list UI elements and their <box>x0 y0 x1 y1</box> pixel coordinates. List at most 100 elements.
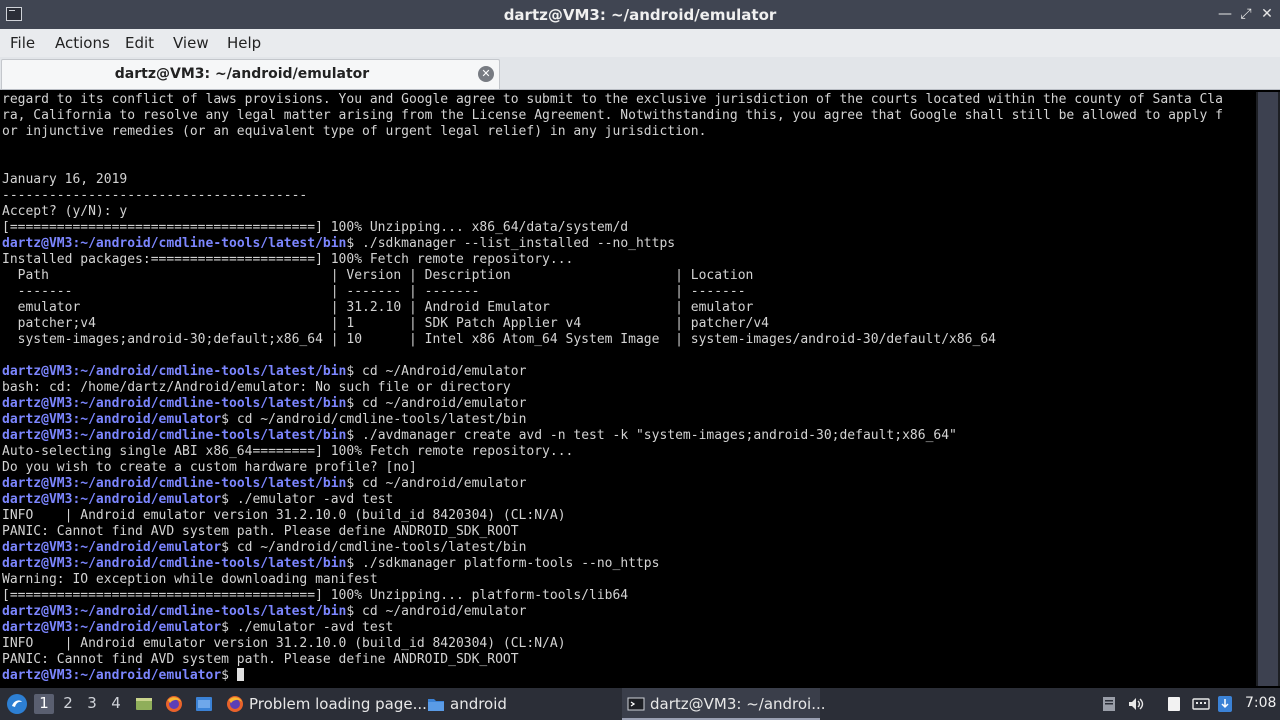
terminal-line: [=======================================… <box>2 588 1223 604</box>
firefox-launcher-icon[interactable] <box>164 694 184 714</box>
terminal-line: INFO | Android emulator version 31.2.10.… <box>2 636 1223 652</box>
terminal-line: Auto-selecting single ABI x86_64========… <box>2 444 1223 460</box>
terminal-scrollbar[interactable] <box>1256 92 1280 686</box>
terminal-line: PANIC: Cannot find AVD system path. Plea… <box>2 524 1223 540</box>
prompt-path: ~/android/cmdline-tools/latest/bin <box>80 428 347 443</box>
terminal-line: Accept? (y/N): y <box>2 204 1223 220</box>
line-text: $ cd ~/android/cmdline-tools/latest/bin <box>221 540 527 555</box>
terminal-line: dartz@VM3:~/android/emulator$ ./emulator… <box>2 492 1223 508</box>
prompt-path: ~/android/emulator <box>80 668 222 683</box>
terminal-line: dartz@VM3:~/android/emulator$ <box>2 668 1223 684</box>
prompt-path: ~/android/cmdline-tools/latest/bin <box>80 396 347 411</box>
close-icon[interactable]: ✕ <box>1258 5 1276 23</box>
task-terminal[interactable]: dartz@VM3: ~/androi... <box>622 688 826 720</box>
line-text: $ cd ~/android/emulator <box>346 396 527 411</box>
terminal-icon <box>627 697 645 711</box>
terminal-line: January 16, 2019 <box>2 172 1223 188</box>
terminal-line: [=======================================… <box>2 220 1223 236</box>
prompt-path: ~/android/emulator <box>80 540 222 555</box>
tab-close-icon[interactable]: ✕ <box>478 66 494 82</box>
terminal-output[interactable]: regard to its conflict of laws provision… <box>0 92 1256 686</box>
menu-bar: File Actions Edit View Help <box>0 29 1280 57</box>
terminal-line: --------------------------------------- <box>2 188 1223 204</box>
line-text: patcher;v4 | 1 | SDK Patch Applier v4 | … <box>2 316 770 331</box>
line-text: $ cd ~/android/cmdline-tools/latest/bin <box>221 412 527 427</box>
line-text: $ ./avdmanager create avd -n test -k "sy… <box>346 428 957 443</box>
menu-help[interactable]: Help <box>227 34 261 52</box>
terminal-line: dartz@VM3:~/android/emulator$ ./emulator… <box>2 620 1223 636</box>
terminal-line: patcher;v4 | 1 | SDK Patch Applier v4 | … <box>2 316 1223 332</box>
maximize-icon[interactable]: ⤢ <box>1237 5 1255 23</box>
menu-actions[interactable]: Actions <box>55 34 110 52</box>
prompt-user: dartz@VM3 <box>2 428 73 443</box>
prompt-path: ~/android/cmdline-tools/latest/bin <box>80 604 347 619</box>
terminal-tab[interactable]: dartz@VM3: ~/android/emulator ✕ <box>1 59 500 89</box>
text-cursor <box>236 668 244 681</box>
volume-icon[interactable] <box>1127 695 1145 713</box>
terminal-line: dartz@VM3:~/android/emulator$ cd ~/andro… <box>2 540 1223 556</box>
prompt-user: dartz@VM3 <box>2 492 73 507</box>
tab-label: dartz@VM3: ~/android/emulator <box>114 66 370 82</box>
start-menu-icon[interactable] <box>6 693 28 715</box>
terminal-line: dartz@VM3:~/android/cmdline-tools/latest… <box>2 556 1223 572</box>
window-titlebar: dartz@VM3: ~/android/emulator — ⤢ ✕ <box>0 0 1280 29</box>
clock[interactable]: 7:08 <box>1245 695 1276 711</box>
task-firefox[interactable]: Problem loading page... <box>222 688 427 720</box>
line-text: [=======================================… <box>2 220 629 235</box>
scrollbar-thumb[interactable] <box>1258 92 1278 686</box>
terminal-line: regard to its conflict of laws provision… <box>2 92 1223 108</box>
prompt-path: ~/android/cmdline-tools/latest/bin <box>80 364 347 379</box>
keyboard-icon[interactable] <box>1192 695 1210 713</box>
menu-file[interactable]: File <box>10 34 35 52</box>
tab-bar: dartz@VM3: ~/android/emulator ✕ <box>0 57 1280 90</box>
line-text: ra, California to resolve any legal matt… <box>2 108 1223 123</box>
line-text: Do you wish to create a custom hardware … <box>2 460 417 475</box>
workspace-2[interactable]: 2 <box>58 694 78 712</box>
line-text: [=======================================… <box>2 588 629 603</box>
line-text: system-images;android-30;default;x86_64 … <box>2 332 996 347</box>
line-text: $ ./sdkmanager --list_installed --no_htt… <box>346 236 676 251</box>
line-text: Installed packages:=====================… <box>2 252 574 267</box>
file-manager-launcher-icon[interactable] <box>194 694 214 714</box>
terminal-line: emulator | 31.2.10 | Android Emulator | … <box>2 300 1223 316</box>
line-text: emulator | 31.2.10 | Android Emulator | … <box>2 300 754 315</box>
workspace-4[interactable]: 4 <box>106 694 126 712</box>
terminal-line: dartz@VM3:~/android/cmdline-tools/latest… <box>2 236 1223 252</box>
terminal-line: bash: cd: /home/dartz/Android/emulator: … <box>2 380 1223 396</box>
prompt-user: dartz@VM3 <box>2 540 73 555</box>
line-text: Auto-selecting single ABI x86_64========… <box>2 444 574 459</box>
workspace-3[interactable]: 3 <box>82 694 102 712</box>
line-text: PANIC: Cannot find AVD system path. Plea… <box>2 524 519 539</box>
task-file-manager[interactable]: android <box>422 688 618 720</box>
line-text: $ ./emulator -avd test <box>221 620 394 635</box>
workspace-1[interactable]: 1 <box>34 694 54 714</box>
prompt-path: ~/android/cmdline-tools/latest/bin <box>80 476 347 491</box>
notes-icon[interactable] <box>1165 695 1183 713</box>
show-desktop-icon[interactable] <box>134 694 154 714</box>
terminal-line: dartz@VM3:~/android/cmdline-tools/latest… <box>2 364 1223 380</box>
terminal-line: dartz@VM3:~/android/cmdline-tools/latest… <box>2 428 1223 444</box>
terminal-line: Path | Version | Description | Location <box>2 268 1223 284</box>
minimize-icon[interactable]: — <box>1216 5 1234 23</box>
window-title: dartz@VM3: ~/android/emulator <box>503 6 777 24</box>
line-text: Warning: IO exception while downloading … <box>2 572 378 587</box>
clipboard-icon[interactable] <box>1100 695 1118 713</box>
task-label: Problem loading page... <box>249 695 427 713</box>
menu-view[interactable]: View <box>173 34 209 52</box>
line-text: January 16, 2019 <box>2 172 128 187</box>
taskbar: 1 2 3 4 Problem loading page... android <box>0 688 1280 720</box>
terminal-line: Do you wish to create a custom hardware … <box>2 460 1223 476</box>
line-text: $ cd ~/android/emulator <box>346 476 527 491</box>
terminal-line: or injunctive remedies (or an equivalent… <box>2 124 1223 140</box>
network-icon[interactable] <box>1216 695 1234 713</box>
terminal-line: dartz@VM3:~/android/cmdline-tools/latest… <box>2 476 1223 492</box>
line-text: INFO | Android emulator version 31.2.10.… <box>2 636 566 651</box>
prompt-path: ~/android/emulator <box>80 412 222 427</box>
line-text: bash: cd: /home/dartz/Android/emulator: … <box>2 380 511 395</box>
terminal-line: INFO | Android emulator version 31.2.10.… <box>2 508 1223 524</box>
menu-edit[interactable]: Edit <box>125 34 154 52</box>
line-text: $ cd ~/android/emulator <box>346 604 527 619</box>
